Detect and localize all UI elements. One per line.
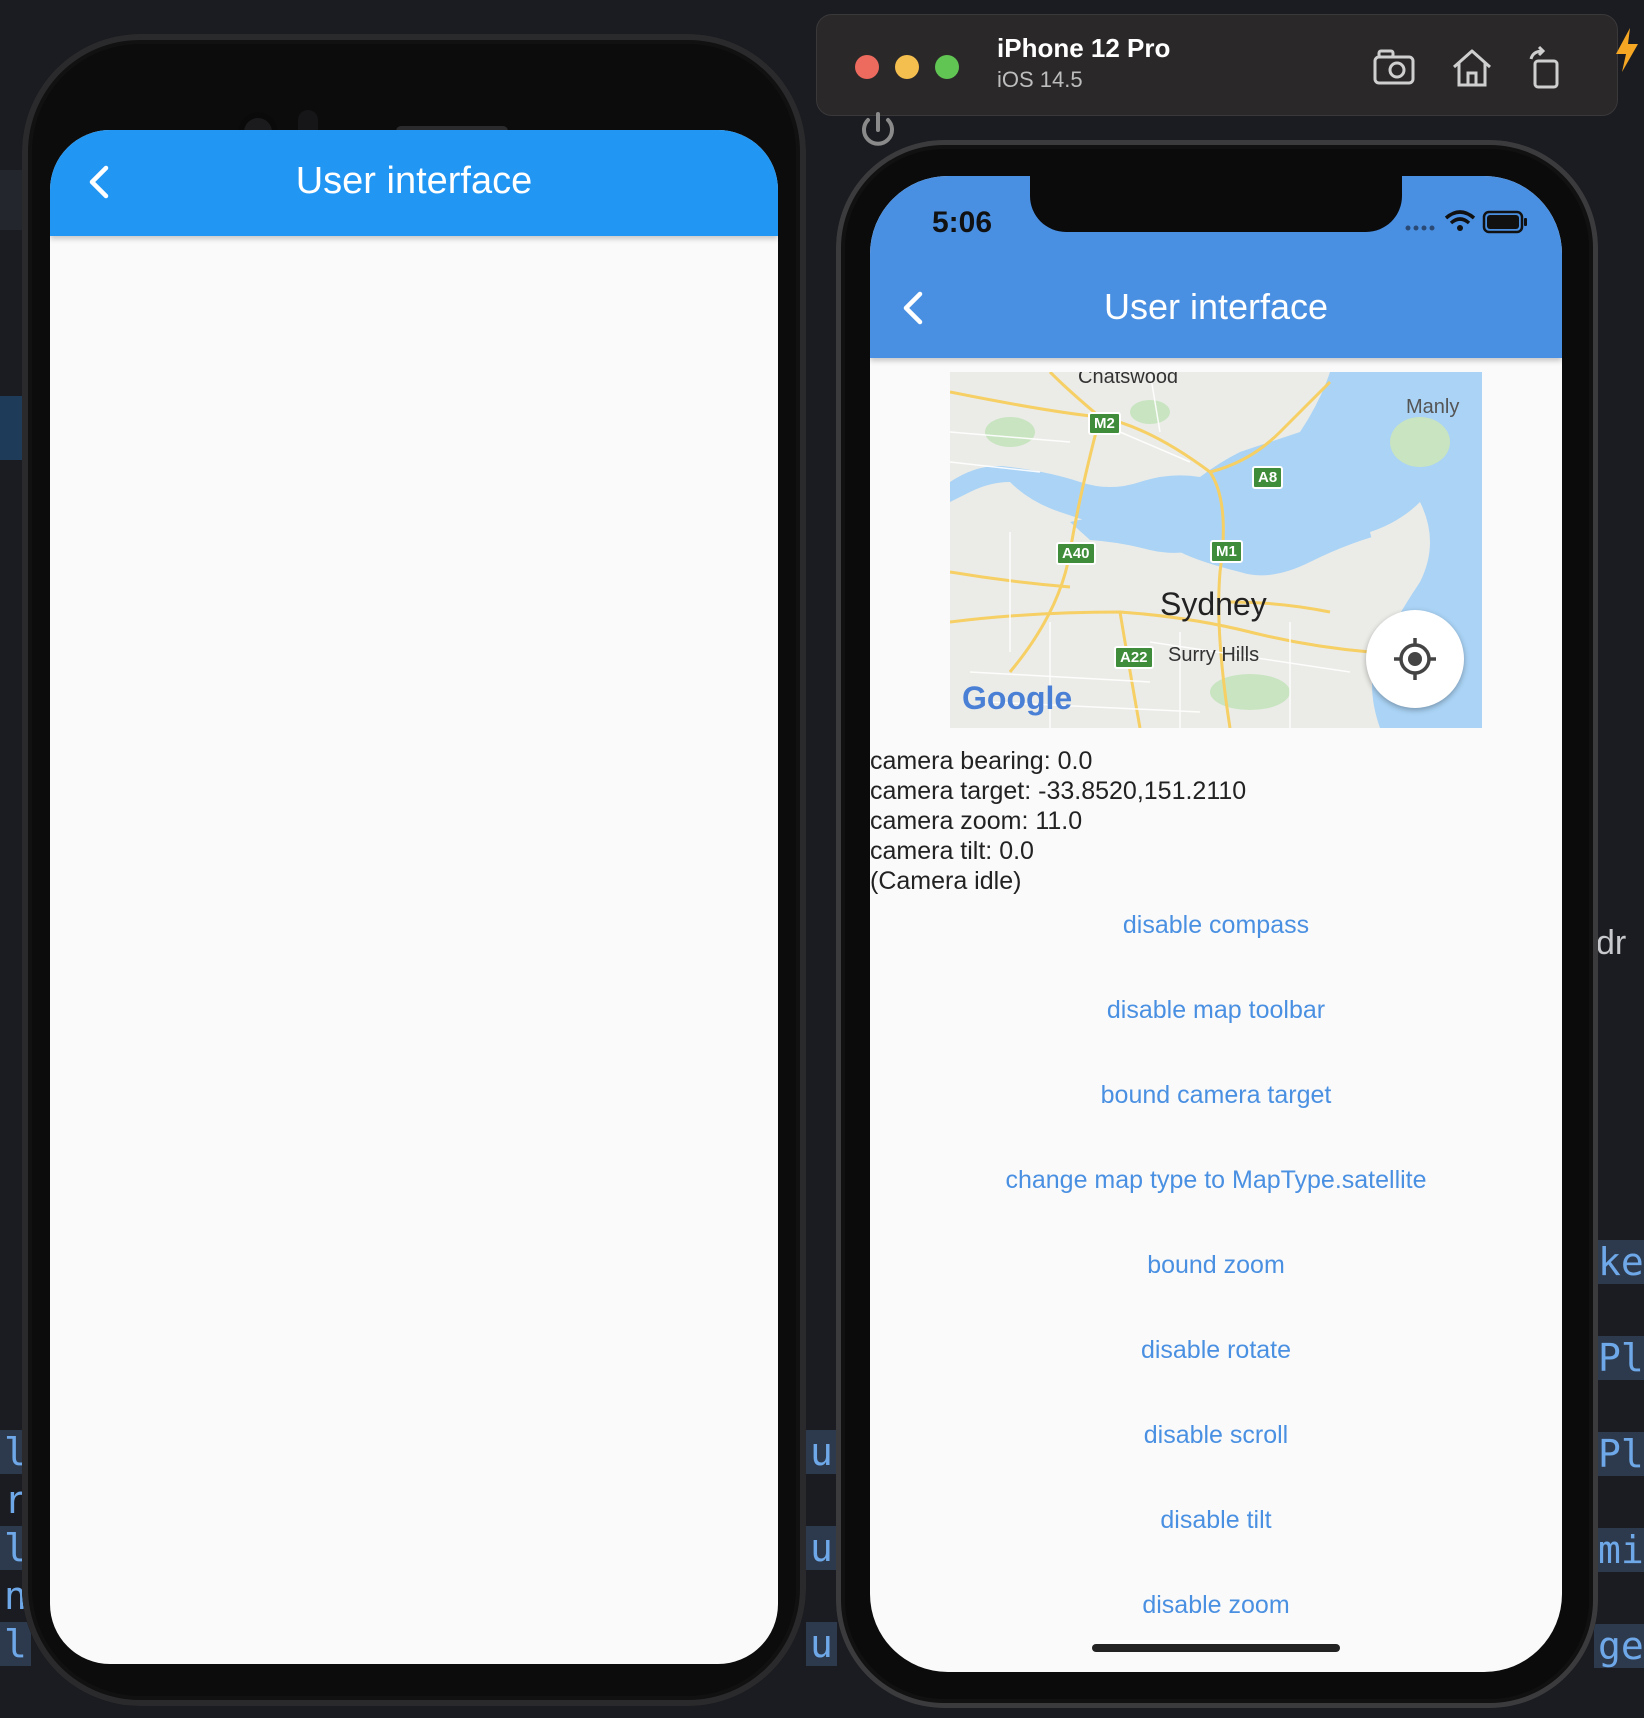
iphone-simulator-device: 5:06 User interface Chatswood Manly Sydn… xyxy=(836,140,1598,1708)
map-label-sydney: Sydney xyxy=(1160,586,1267,622)
ide-code-fragment: u xyxy=(806,1526,837,1570)
home-indicator[interactable] xyxy=(1092,1644,1340,1652)
android-app-bar: User interface xyxy=(50,130,778,236)
google-attribution-logo: Google xyxy=(962,680,1073,716)
bound-zoom-button[interactable]: bound zoom xyxy=(870,1222,1562,1307)
simulator-title-bar: iPhone 12 Pro iOS 14.5 xyxy=(816,14,1618,116)
ios-navigation-bar: 5:06 User interface xyxy=(870,176,1562,358)
signal-dots-icon xyxy=(1405,225,1435,231)
map-label-chatswood: Chatswood xyxy=(1078,372,1179,388)
road-shield-m2: M2 xyxy=(1088,412,1121,435)
map-label-surry-hills: Surry Hills xyxy=(1168,644,1260,666)
road-shield-a8: A8 xyxy=(1252,466,1284,489)
road-shield-a40: A40 xyxy=(1056,542,1096,565)
android-screen: User interface xyxy=(50,130,778,1664)
simulator-os-version: iOS 14.5 xyxy=(997,67,1083,92)
ide-text-fragment: dr xyxy=(1596,924,1627,962)
ide-code-fragment: u xyxy=(806,1430,837,1474)
rotate-device-icon[interactable] xyxy=(1523,45,1569,91)
ide-code-fragment: mi xyxy=(1594,1528,1644,1572)
zoom-window-button[interactable] xyxy=(935,55,959,79)
ide-code-fragment: Pl xyxy=(1594,1336,1644,1380)
close-window-button[interactable] xyxy=(855,55,879,79)
ios-page-title: User interface xyxy=(1103,286,1329,327)
road-shield-m1: M1 xyxy=(1210,540,1243,563)
road-shield-a22: A22 xyxy=(1114,646,1154,669)
ide-code-fragment: l xyxy=(0,1622,31,1666)
iphone-notch xyxy=(1030,176,1402,232)
minimize-window-button[interactable] xyxy=(895,55,919,79)
camera-info-panel: camera bearing: 0.0 camera target: -33.8… xyxy=(870,746,1562,896)
change-map-type-button[interactable]: change map type to MapType.satellite xyxy=(870,1137,1562,1222)
camera-target-text: camera target: -33.8520,151.2110 xyxy=(870,777,1247,805)
ide-code-fragment: Pl xyxy=(1594,1432,1644,1476)
ide-background-panel xyxy=(0,396,22,460)
bound-camera-target-button[interactable]: bound camera target xyxy=(870,1052,1562,1137)
disable-map-toolbar-button[interactable]: disable map toolbar xyxy=(870,967,1562,1052)
screenshot-camera-icon[interactable] xyxy=(1371,45,1417,91)
my-location-button[interactable] xyxy=(1366,610,1464,708)
android-emulator-device: User interface xyxy=(22,34,806,1706)
map-options-list: disable compass disable map toolbar boun… xyxy=(870,882,1562,1647)
ide-code-fragment: ge xyxy=(1594,1624,1644,1668)
power-icon[interactable] xyxy=(856,108,900,152)
simulator-device-name: iPhone 12 Pro xyxy=(997,33,1171,63)
android-page-title: User interface xyxy=(295,160,533,202)
iphone-screen: 5:06 User interface Chatswood Manly Sydn… xyxy=(870,176,1562,1672)
ide-code-fragment: ke xyxy=(1594,1240,1644,1284)
disable-tilt-button[interactable]: disable tilt xyxy=(870,1477,1562,1562)
disable-zoom-button[interactable]: disable zoom xyxy=(870,1562,1562,1647)
battery-icon xyxy=(1482,210,1527,234)
wifi-icon xyxy=(1444,210,1476,231)
disable-rotate-button[interactable]: disable rotate xyxy=(870,1307,1562,1392)
status-time: 5:06 xyxy=(932,206,993,239)
google-map-view[interactable]: Chatswood Manly Sydney Surry Hills M2 A8… xyxy=(950,372,1482,728)
camera-bearing-text: camera bearing: 0.0 xyxy=(870,747,1093,775)
ide-code-fragment: u xyxy=(806,1622,837,1666)
status-icons xyxy=(1405,210,1527,234)
home-icon[interactable] xyxy=(1449,45,1495,91)
lightning-bolt-icon xyxy=(1616,28,1638,72)
map-label-manly: Manly xyxy=(1406,396,1460,418)
disable-compass-button[interactable]: disable compass xyxy=(870,882,1562,967)
camera-tilt-text: camera tilt: 0.0 xyxy=(870,837,1034,865)
disable-scroll-button[interactable]: disable scroll xyxy=(870,1392,1562,1477)
camera-zoom-text: camera zoom: 11.0 xyxy=(870,807,1083,835)
my-location-icon xyxy=(1394,638,1436,680)
